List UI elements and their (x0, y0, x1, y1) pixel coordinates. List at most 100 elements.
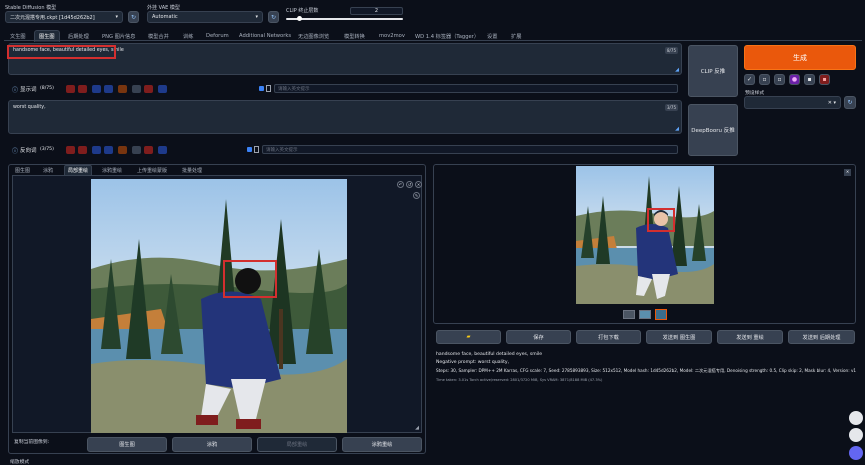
send-to-extras-button[interactable]: 发送到 后期处理 (788, 330, 855, 344)
open-folder-button[interactable]: ▰ (436, 330, 501, 344)
paste-icon[interactable] (104, 85, 113, 93)
subtab-inpaint[interactable]: 局部重绘 (64, 165, 93, 175)
bookmark-icon[interactable] (118, 85, 127, 93)
copy-icon[interactable] (92, 85, 101, 93)
save-style-icon[interactable]: ▪ (804, 74, 815, 85)
negative-prompt-textarea[interactable]: worst quality, 3/75 ◢ (8, 100, 682, 134)
delete-icon[interactable] (78, 146, 87, 154)
paste-icon[interactable] (104, 146, 113, 154)
brush-icon[interactable]: ✎ (413, 192, 420, 199)
history-icon[interactable] (132, 146, 141, 154)
translate-checkbox[interactable] (247, 147, 252, 152)
face-highlight-box (647, 208, 675, 232)
copy-image-label: 复制当前图像到: (14, 440, 50, 445)
tab-extensions[interactable]: 扩展 (511, 33, 521, 40)
clip-slider[interactable] (286, 18, 403, 20)
folder-icon: ▰ (466, 334, 471, 340)
copy-to-img2img-button[interactable]: 图生图 (87, 437, 167, 452)
close-icon[interactable]: ✕ (415, 181, 422, 188)
subtab-img2img[interactable]: 图生图 (15, 167, 30, 174)
undo-icon[interactable]: ↶ (397, 181, 404, 188)
subtab-sketch[interactable]: 涂鸦 (43, 167, 53, 174)
close-icon[interactable]: ✕ (844, 169, 851, 176)
clip-interrogate-button[interactable]: CLIP 反推 (688, 45, 738, 97)
clipboard-icon[interactable]: ▫ (774, 74, 785, 85)
tab-extras[interactable]: 后期处理 (68, 33, 89, 40)
delete-style-icon[interactable]: ▪ (819, 74, 830, 85)
negative-prompt-text: worst quality, (13, 105, 46, 110)
resize-grip-icon[interactable]: ◢ (415, 425, 419, 431)
history-icon[interactable] (132, 85, 141, 93)
save-button[interactable]: 保存 (506, 330, 571, 344)
translate-checkbox[interactable] (259, 86, 264, 91)
zip-button[interactable]: 打包下载 (576, 330, 641, 344)
negative-toolbar: ⓘ 反向词 (3/75) 请输入英文提示 (8, 144, 682, 156)
thumbnail-3[interactable] (655, 309, 667, 320)
delete-icon[interactable] (78, 85, 87, 93)
bookmark-icon[interactable] (118, 146, 127, 154)
send-to-inpaint-button[interactable]: 发送到 重绘 (717, 330, 783, 344)
clip-slider-handle[interactable] (297, 16, 302, 21)
info-icon[interactable]: ⓘ (12, 85, 18, 94)
floating-app-icon[interactable] (849, 411, 863, 425)
thumbnail-2[interactable] (639, 310, 651, 319)
chevron-down-icon: ✕ ▾ (827, 99, 836, 106)
send-to-img2img-button[interactable]: 发送到 图生图 (646, 330, 712, 344)
document-icon[interactable] (266, 85, 271, 92)
trash-icon[interactable]: ▫ (759, 74, 770, 85)
tab-train[interactable]: 训练 (183, 33, 193, 40)
tab-additional-networks[interactable]: Additional Networks (239, 33, 291, 39)
copy-to-inpaint-sketch-button[interactable]: 涂鸦重绘 (342, 437, 422, 452)
floating-app-icon[interactable] (849, 428, 863, 442)
prompt-token-counter: 8/75 (665, 47, 678, 54)
delete-icon[interactable] (66, 146, 75, 154)
prompt-highlight-box (7, 45, 116, 59)
resize-grip-icon[interactable]: ◢ (675, 126, 679, 132)
negative-translate-input[interactable]: 请输入英文提示 (262, 145, 678, 154)
refresh-styles-button[interactable]: ↻ (844, 96, 856, 109)
tab-mov2mov[interactable]: mov2mov (379, 33, 405, 39)
tab-model-convert[interactable]: 模型转换 (344, 33, 365, 40)
resize-grip-icon[interactable]: ◢ (675, 67, 679, 73)
output-image[interactable] (576, 166, 714, 304)
copy-icon[interactable] (92, 146, 101, 154)
deepbooru-interrogate-button[interactable]: DeepBooru 反推 (688, 104, 738, 156)
info-icon[interactable]: ⓘ (12, 146, 18, 155)
tab-merge[interactable]: 模型合并 (148, 33, 169, 40)
clear-icon[interactable] (144, 146, 153, 154)
inpaint-canvas[interactable]: ↶ ↺ ✕ ✎ ◢ (12, 175, 422, 433)
vae-select[interactable]: Automatic ▾ (147, 11, 263, 23)
tab-tagger[interactable]: WD 1.4 标签器（Tagger） (415, 33, 479, 40)
style-icon[interactable]: ● (789, 74, 800, 85)
prompt-translate-input[interactable]: 请输入英文提示 (274, 84, 678, 93)
styles-select[interactable]: ✕ ▾ (744, 96, 841, 109)
thumbnail-1[interactable] (623, 310, 635, 319)
refresh-model-button[interactable]: ↻ (128, 11, 139, 23)
floating-app-icon[interactable] (849, 446, 863, 460)
copy-to-inpaint-button[interactable]: 局部重绘 (257, 437, 337, 452)
translate-icon[interactable] (158, 85, 167, 93)
clear-icon[interactable]: ↺ (406, 181, 413, 188)
translate-icon[interactable] (158, 146, 167, 154)
subtab-batch[interactable]: 批量处理 (182, 167, 202, 174)
subtab-inpaint-upload[interactable]: 上传重绘蒙版 (137, 167, 167, 174)
delete-icon[interactable] (66, 85, 75, 93)
clear-icon[interactable] (144, 85, 153, 93)
subtab-inpaint-sketch[interactable]: 涂鸦重绘 (102, 167, 122, 174)
tab-deforum[interactable]: Deforum (206, 33, 229, 39)
tab-png-info[interactable]: PNG 图片信息 (102, 33, 135, 40)
resize-mode-label: 缩放模式 (10, 460, 30, 465)
generate-button[interactable]: 生成 (744, 45, 856, 70)
inpaint-image[interactable] (91, 179, 347, 433)
clip-value-input[interactable]: 2 (350, 7, 403, 15)
refresh-icon: ↻ (130, 13, 137, 21)
document-icon[interactable] (254, 146, 259, 153)
sd-model-select[interactable]: 二次元混搭专用.ckpt [1d45d262b2] ▾ (5, 11, 123, 23)
tab-image-browser[interactable]: 无边图像浏览 (298, 33, 329, 40)
tab-settings[interactable]: 设置 (487, 33, 497, 40)
refresh-vae-button[interactable]: ↻ (268, 11, 279, 23)
tab-txt2img[interactable]: 文生图 (10, 33, 26, 40)
sd-model-label: Stable Diffusion 模型 (5, 5, 57, 11)
copy-to-sketch-button[interactable]: 涂鸦 (172, 437, 252, 452)
check-icon[interactable]: ✓ (744, 74, 755, 85)
